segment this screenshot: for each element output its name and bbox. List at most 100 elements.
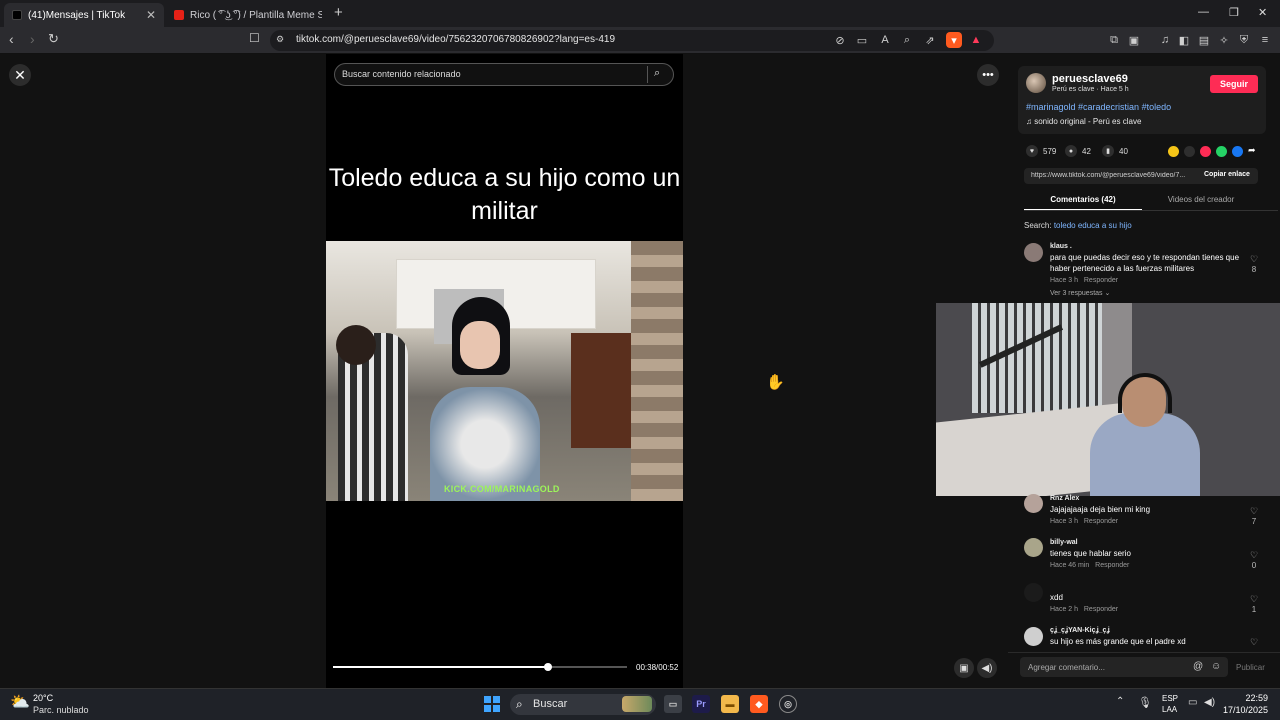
- minimize-button[interactable]: —: [1198, 6, 1209, 18]
- comment-author[interactable]: billy-wal: [1050, 539, 1078, 546]
- clock-time[interactable]: 22:59: [1224, 693, 1268, 703]
- restore-button[interactable]: ❐: [1229, 6, 1239, 19]
- follow-button[interactable]: Seguir: [1210, 75, 1258, 93]
- forward-button[interactable]: ›: [30, 31, 35, 47]
- comment-placeholder: Agregar comentario...: [1028, 663, 1105, 672]
- hashtags[interactable]: #marinagold #caradecristian #toledo: [1026, 102, 1171, 112]
- publish-button[interactable]: Publicar: [1236, 663, 1265, 672]
- tray-overflow-icon[interactable]: ⌃: [1116, 696, 1124, 707]
- menu-icon[interactable]: ≡: [1257, 32, 1273, 48]
- comment-text: xdd: [1050, 593, 1063, 602]
- miniplayer-icon[interactable]: ▣: [954, 658, 974, 678]
- comment-time: Hace 2 h: [1050, 606, 1079, 613]
- vpn-icon[interactable]: ⛨: [1236, 32, 1252, 48]
- reader-icon[interactable]: ⊘: [832, 32, 848, 48]
- wooden-door: [571, 333, 631, 448]
- tab-creator-videos[interactable]: Videos del creador: [1142, 195, 1260, 204]
- bookmark-icon[interactable]: ☐: [249, 31, 260, 45]
- like-stat[interactable]: ♥ 579: [1026, 145, 1056, 157]
- search-icon[interactable]: ⌕: [654, 67, 660, 80]
- search-query[interactable]: toledo educa a su hijo: [1054, 221, 1132, 230]
- wallet-icon[interactable]: ▤: [1196, 32, 1212, 48]
- tab-tiktok[interactable]: (41)Mensajes | TikTok ✕: [4, 3, 164, 27]
- comment-avatar[interactable]: [1024, 583, 1043, 602]
- heart-icon[interactable]: ♡: [1247, 506, 1261, 517]
- weather-temperature[interactable]: 20°C: [33, 693, 53, 703]
- view-replies-button[interactable]: Ver 3 respuestas ⌄: [1050, 289, 1110, 297]
- tab-meme[interactable]: Rico ( ͡° ͜ʖ ͡°) / Plantilla Meme South …: [166, 3, 330, 27]
- cast-icon[interactable]: ▭: [854, 32, 870, 48]
- file-explorer-icon[interactable]: ▬: [721, 695, 739, 713]
- comment-stat[interactable]: ● 42: [1065, 145, 1091, 157]
- zoom-icon[interactable]: ⌕: [899, 32, 915, 48]
- tab-title: (41)Mensajes | TikTok: [28, 9, 126, 21]
- progress-handle[interactable]: [544, 663, 552, 671]
- weather-icon[interactable]: ⛅: [10, 692, 30, 712]
- comment-avatar[interactable]: [1024, 494, 1043, 513]
- reply-button[interactable]: Responder: [1095, 562, 1129, 569]
- brave-shield-icon[interactable]: ▾: [946, 32, 962, 48]
- media-icon[interactable]: ♫: [1157, 32, 1173, 48]
- emoji-icon[interactable]: ☺: [1211, 661, 1221, 672]
- brave-browser-icon[interactable]: ◆: [750, 695, 768, 713]
- task-view-icon[interactable]: ▭: [664, 695, 682, 713]
- close-window-button[interactable]: ✕: [1258, 6, 1267, 19]
- comment-author[interactable]: Rnz Alex: [1050, 495, 1079, 502]
- extensions-icon[interactable]: ⧉: [1106, 32, 1122, 48]
- heart-icon[interactable]: ♡: [1247, 550, 1261, 561]
- tab-comments[interactable]: Comentarios (42): [1024, 195, 1142, 204]
- save-stat[interactable]: ▮ 40: [1102, 145, 1128, 157]
- search-suggestion[interactable]: Search: toledo educa a su hijo: [1024, 221, 1132, 230]
- close-tab-icon[interactable]: ✕: [146, 8, 156, 22]
- comment-author[interactable]: klaus .: [1050, 243, 1072, 250]
- url-text[interactable]: tiktok.com/@peruesclave69/video/75623207…: [296, 34, 615, 45]
- heart-icon[interactable]: ♡: [1247, 637, 1261, 648]
- volume-icon[interactable]: ◀): [977, 658, 997, 678]
- comment-meta: Hace 3 h Responder: [1050, 277, 1118, 284]
- video-watermark: KICK.COM/MARINAGOLD: [444, 484, 560, 494]
- video-link[interactable]: https://www.tiktok.com/@peruesclave69/vi…: [1031, 172, 1193, 179]
- obs-icon[interactable]: ◎: [779, 695, 797, 713]
- translate-icon[interactable]: A: [877, 32, 893, 48]
- language-indicator[interactable]: ESP: [1162, 694, 1178, 703]
- site-info-icon[interactable]: ⚙: [276, 34, 284, 45]
- new-tab-button[interactable]: +: [334, 4, 343, 21]
- network-icon[interactable]: ▭: [1188, 697, 1197, 708]
- search-prefix: Search:: [1024, 221, 1052, 230]
- comment-avatar[interactable]: [1024, 538, 1043, 557]
- comment-avatar[interactable]: [1024, 627, 1043, 646]
- reply-button[interactable]: Responder: [1084, 606, 1118, 613]
- creator-avatar[interactable]: [1026, 73, 1046, 93]
- share-icon[interactable]: ⇗: [922, 32, 938, 48]
- close-player-button[interactable]: ✕: [9, 64, 31, 86]
- reply-button[interactable]: Responder: [1084, 277, 1118, 284]
- sound-link[interactable]: ♫ sonido original - Perú es clave: [1026, 117, 1141, 126]
- brave-rewards-icon[interactable]: ▲: [968, 32, 984, 48]
- heart-icon[interactable]: ♡: [1247, 254, 1261, 265]
- more-share-icon[interactable]: ➦: [1248, 145, 1256, 156]
- leo-ai-icon[interactable]: ✧: [1216, 32, 1232, 48]
- screenshot-icon[interactable]: ▣: [1126, 32, 1142, 48]
- send-icon[interactable]: [1200, 146, 1211, 157]
- reload-button[interactable]: ↻: [48, 31, 59, 47]
- sidebar-icon[interactable]: ◧: [1176, 32, 1192, 48]
- weather-condition: Parc. nublado: [33, 705, 89, 715]
- copy-link-button[interactable]: Copiar enlace: [1204, 171, 1250, 178]
- facebook-icon[interactable]: [1232, 146, 1243, 157]
- clock-date: 17/10/2025: [1222, 705, 1268, 715]
- microphone-icon[interactable]: 🎙: [1138, 696, 1152, 709]
- reply-button[interactable]: Responder: [1084, 518, 1118, 525]
- back-button[interactable]: ‹: [9, 31, 14, 47]
- embed-icon[interactable]: [1184, 146, 1195, 157]
- comment-avatar[interactable]: [1024, 243, 1043, 262]
- more-options-icon[interactable]: •••: [977, 64, 999, 86]
- heart-icon[interactable]: ♡: [1247, 594, 1261, 605]
- progress-fill: [333, 666, 548, 668]
- mention-icon[interactable]: @: [1193, 661, 1203, 672]
- creator-username[interactable]: peruesclave69: [1052, 73, 1128, 85]
- comment-author[interactable]: çʝ_çʝYAN-Kiçʝ_çʝ: [1050, 627, 1110, 634]
- whatsapp-icon[interactable]: [1216, 146, 1227, 157]
- start-button[interactable]: [484, 696, 500, 712]
- emoji-share-icon[interactable]: [1168, 146, 1179, 157]
- premiere-icon[interactable]: Pr: [692, 695, 710, 713]
